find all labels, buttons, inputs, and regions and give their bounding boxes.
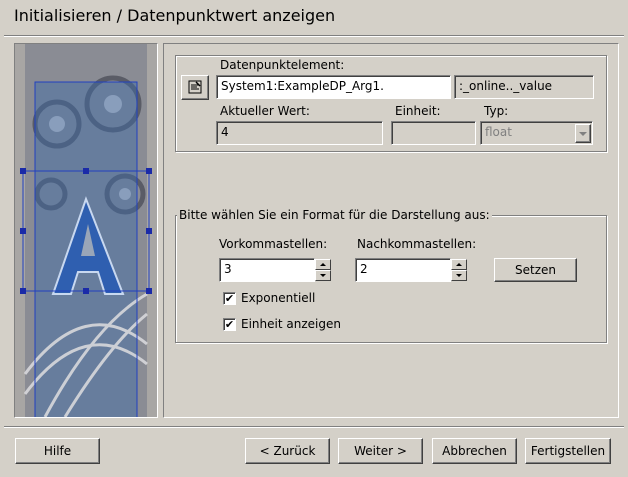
unit-field [391, 121, 476, 145]
finish-button[interactable]: Fertigstellen [525, 438, 611, 464]
next-button[interactable]: Weiter > [338, 438, 423, 464]
type-dropdown-button [575, 124, 591, 143]
current-value-field: 4 [216, 121, 383, 145]
wizard-art-svg [15, 44, 157, 417]
dp-element-label: Datenpunktelement: [220, 58, 345, 72]
help-button[interactable]: Hilfe [15, 438, 100, 464]
show-unit-checkbox[interactable]: ✔ [223, 318, 236, 331]
set-button[interactable]: Setzen [494, 258, 577, 282]
wizard-illustration [14, 43, 158, 418]
current-value-label: Aktueller Wert: [220, 104, 310, 118]
show-unit-label: Einheit anzeigen [241, 317, 341, 331]
dp-element-field[interactable]: System1:ExampleDP_Arg1. [216, 75, 451, 99]
format-legend: Bitte wählen Sie ein Format für die Dars… [177, 208, 492, 222]
pre-decimal-label: Vorkommastellen: [219, 237, 328, 251]
unit-label: Einheit: [395, 104, 441, 118]
chevron-down-icon [579, 132, 587, 136]
type-label: Typ: [484, 104, 509, 118]
pre-decimal-spinner[interactable] [315, 259, 331, 281]
spin-up-icon[interactable] [451, 259, 467, 270]
dp-selector-button[interactable] [181, 75, 209, 100]
pre-decimal-input[interactable]: 3 [219, 258, 315, 282]
footer-divider [4, 426, 624, 428]
back-button[interactable]: < Zurück [245, 438, 330, 464]
title-divider [4, 35, 624, 37]
exponential-checkbox[interactable]: ✔ [223, 292, 236, 305]
dp-config-field: :_online.._value [454, 75, 594, 99]
exponential-label: Exponentiell [241, 291, 316, 305]
dp-selector-icon [188, 80, 202, 94]
type-select-value: float [485, 125, 512, 139]
spin-up-icon[interactable] [315, 259, 331, 270]
post-decimal-input[interactable]: 2 [355, 258, 451, 282]
post-decimal-spinner[interactable] [451, 259, 467, 281]
window-title: Initialisieren / Datenpunktwert anzeigen [14, 6, 336, 25]
cancel-button[interactable]: Abbrechen [432, 438, 517, 464]
post-decimal-label: Nachkommastellen: [357, 237, 477, 251]
spin-down-icon[interactable] [315, 270, 331, 281]
spin-down-icon[interactable] [451, 270, 467, 281]
